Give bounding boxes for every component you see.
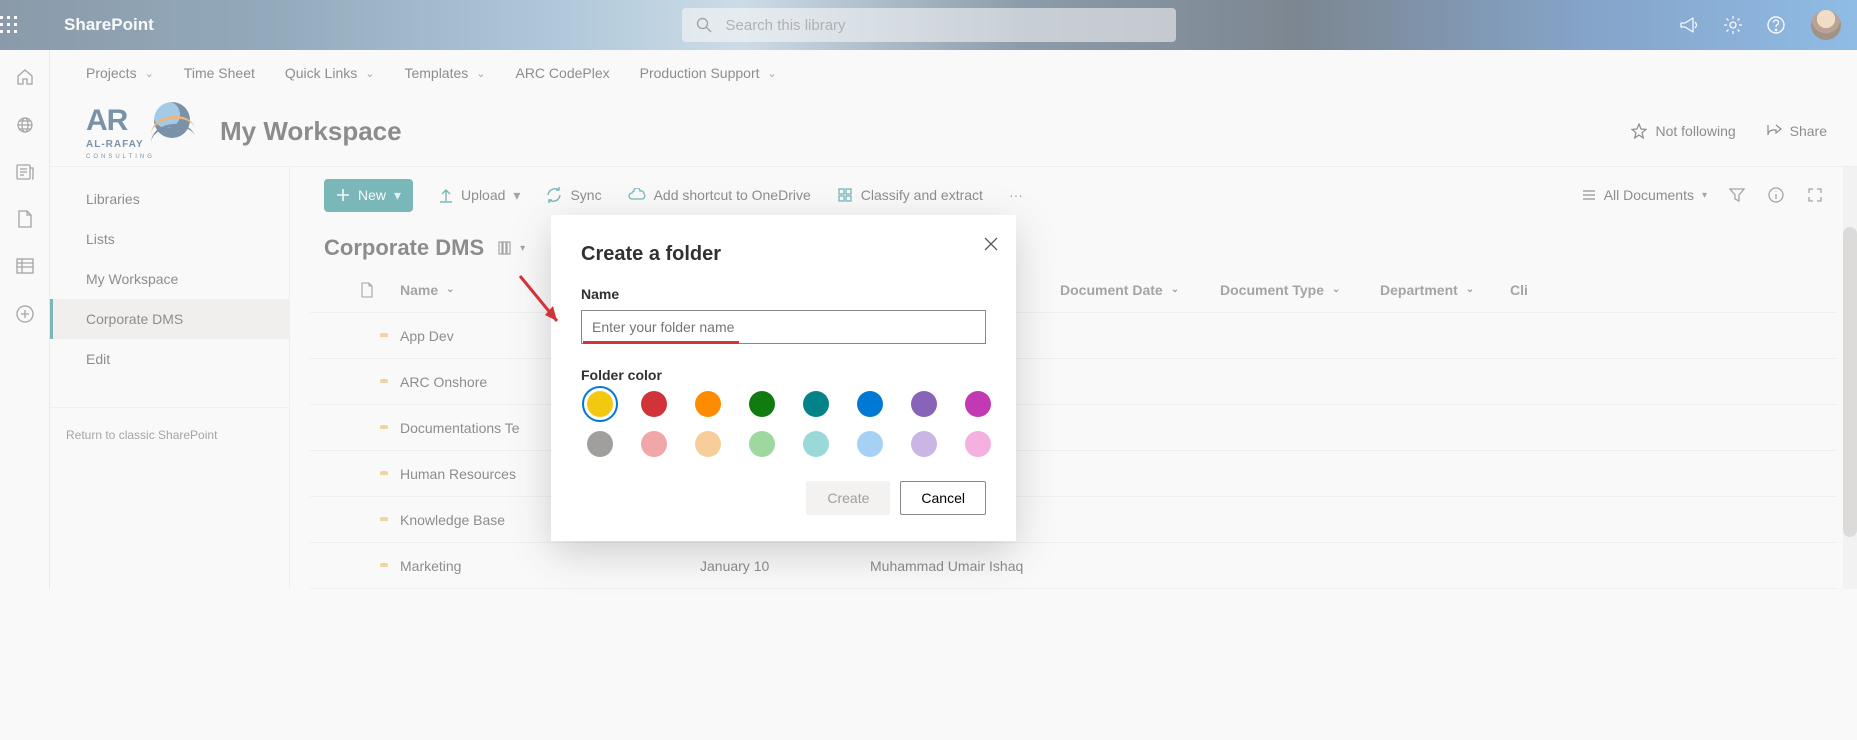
color-swatch[interactable] [911,391,937,417]
color-swatch[interactable] [857,391,883,417]
color-swatch[interactable] [587,431,613,457]
color-swatch[interactable] [857,431,883,457]
folder-name-input[interactable] [581,310,986,344]
color-swatch[interactable] [695,391,721,417]
color-swatch[interactable] [911,431,937,457]
create-button[interactable]: Create [806,481,890,515]
color-swatch[interactable] [587,391,613,417]
color-swatch[interactable] [965,431,991,457]
color-swatch[interactable] [695,431,721,457]
folder-color-label: Folder color [581,367,986,383]
close-icon[interactable] [984,237,998,251]
annotation-underline [583,341,739,344]
dialog-title: Create a folder [581,243,986,266]
name-label: Name [581,286,986,302]
cancel-button[interactable]: Cancel [900,481,986,515]
color-swatch[interactable] [803,431,829,457]
create-folder-dialog: Create a folder Name Folder color Create… [551,215,1016,541]
color-swatch[interactable] [641,431,667,457]
color-swatch[interactable] [965,391,991,417]
color-swatch[interactable] [749,431,775,457]
color-swatch[interactable] [749,391,775,417]
color-swatch[interactable] [803,391,829,417]
color-swatch[interactable] [641,391,667,417]
